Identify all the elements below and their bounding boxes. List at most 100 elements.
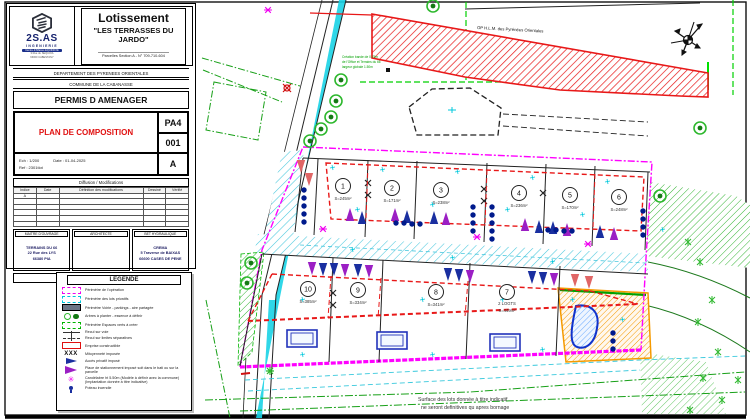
legend-item-acces: Accès privatif imposé — [57, 358, 191, 364]
document-info-grid: PLAN DE COMPOSITION PA4 001 Ech : 1/200 … — [13, 111, 189, 176]
title-block-header: 2S.AS INGENIERIE Centre d'Affaires EQUIN… — [9, 6, 193, 66]
north-arrow-icon — [671, 22, 702, 55]
svg-text:3: 3 — [439, 188, 443, 195]
lot-3: 3 S=238m² — [432, 183, 450, 206]
lot-4: 4 S=236m² — [510, 186, 528, 209]
logo-address: 3 Rue du SEQUOIA 66000 CABESTANY — [30, 52, 53, 59]
svg-text:2 LOGTS: 2 LOGTS — [498, 301, 516, 306]
legend-title: LEGENDE — [67, 275, 181, 285]
date-label: Date : 01-04-2025 — [53, 158, 85, 163]
diffusion-header: Diffusion / Modifications — [13, 178, 189, 187]
legend-item-arbres: Arbres à planter - essence à définir — [57, 313, 191, 321]
project-title-cell: Lotissement "LES TERRASSES DU JARDO" Par… — [75, 7, 192, 65]
document-title: PLAN DE COMPOSITION — [14, 112, 158, 153]
green-note: Création bande de 0.75m de l'Office et T… — [342, 55, 381, 69]
parcels-ref: Parcelles Section A - N° 709-710-604 — [98, 52, 169, 58]
logo-cube-icon — [31, 13, 53, 33]
svg-text:S=170m²: S=170m² — [561, 205, 579, 210]
svg-text:S=385m²: S=385m² — [299, 299, 317, 304]
legend-item-lots-privatifs: Périmètre des lots privatifs — [57, 296, 191, 303]
document-code: PA4 — [158, 112, 188, 133]
setback-road-icon — [63, 332, 80, 333]
svg-text:S=236m²: S=236m² — [510, 203, 528, 208]
legend-item-recul-voie: Recul sur voie — [57, 330, 191, 334]
svg-text:5: 5 — [568, 193, 572, 200]
svg-text:ne seront definitives qu apres: ne seront definitives qu apres bornage — [421, 405, 509, 411]
party-wall-icon: XXX — [64, 351, 78, 357]
legend-item-perimetre-operation: Périmètre de l'opération — [57, 287, 191, 294]
department-label: DEPARTEMENT DES PYRENEES ORIENTALES — [13, 68, 189, 78]
surface-note: Surface des lots donnée à titre indicati… — [418, 397, 509, 411]
lot-6: 6 S=248m² — [610, 190, 628, 213]
legend-item-mitoyennete: XXX Mitoyenneté imposée — [57, 351, 191, 357]
fire-hydrant-legend-icon — [69, 386, 73, 390]
setback-boundary-icon — [63, 338, 80, 339]
legend-item-emprise: Emprise constructible — [57, 342, 191, 349]
fire-hydrant-icon — [283, 84, 291, 92]
svg-text:1: 1 — [341, 184, 345, 191]
svg-text:S=245m²: S=245m² — [334, 196, 352, 201]
lot-7: 7 2 LOGTS S=449m² — [498, 285, 516, 314]
operation-perimeter-icon — [62, 287, 81, 294]
scale-label: Ech : 1/200 — [19, 158, 39, 163]
lot-8: 8 S=341m² — [427, 285, 445, 308]
svg-text:7: 7 — [505, 290, 509, 297]
dashed-reserve-outline — [409, 88, 648, 136]
modifications-table: Indice Date Définition des modifications… — [13, 187, 189, 227]
legend-panel: LEGENDE Périmètre de l'opération Périmèt… — [56, 272, 192, 411]
svg-text:S=238m²: S=238m² — [432, 200, 450, 205]
buildable-area-icon — [62, 342, 81, 349]
svg-text:10: 10 — [304, 287, 312, 294]
legend-item-recul-limites: Recul sur limites séparatives — [57, 336, 191, 340]
svg-text:9: 9 — [356, 288, 360, 295]
company-logo: 2S.AS INGENIERIE Centre d'Affaires EQUIN… — [10, 7, 75, 65]
svg-text:4: 4 — [517, 191, 521, 198]
svg-text:S=334m²: S=334m² — [349, 300, 367, 305]
annex-buildings — [287, 330, 520, 351]
svg-text:S=171m²: S=171m² — [383, 198, 401, 203]
document-number: 001 — [158, 133, 188, 153]
svg-text:S=341m²: S=341m² — [427, 302, 445, 307]
svg-text:2: 2 — [390, 186, 394, 193]
access-arrow-icon — [66, 358, 77, 364]
lot-5: 5 S=170m² — [561, 188, 579, 211]
revision-label: A — [158, 153, 188, 175]
legend-item-candelabre: ✳ Candélabre ht 5.50m (Modèle à définir … — [57, 376, 191, 385]
scale-date-cell: Ech : 1/200 Date : 01-04-2025 Ref : 2301… — [14, 153, 158, 175]
green-space-perimeter-icon — [62, 322, 81, 329]
stakeholder-architecte: ARCHITECTE — [72, 229, 129, 271]
svg-text:6: 6 — [617, 195, 621, 202]
drawing-sheet: OP H.L.M. des Pyrénées Orientales Créati… — [0, 0, 750, 420]
svg-text:S=248m²: S=248m² — [610, 207, 628, 212]
street-light-icon: ✳ — [68, 376, 75, 384]
parking-arrow-icon — [65, 366, 77, 374]
legend-item-espaces-verts: Périmètre Espaces verts à créer — [57, 322, 191, 329]
lot-9: 9 S=334m² — [349, 283, 367, 306]
svg-text:Surface des lots donnée à titr: Surface des lots donnée à titre indicati… — [418, 397, 508, 403]
legend-item-poteau-incendie: Poteau incendie — [57, 386, 191, 390]
road-perimeter-icon — [62, 304, 81, 311]
ref-label: Ref : 2301tlot — [19, 165, 43, 170]
title-block: 2S.AS INGENIERIE Centre d'Affaires EQUIN… — [6, 3, 196, 269]
logo-name: 2S.AS — [26, 33, 57, 44]
svg-text:de l'Office et Terrains du 66: de l'Office et Terrains du 66 — [342, 60, 381, 64]
svg-text:Création bande de 0.75m: Création bande de 0.75m — [342, 55, 378, 59]
legend-item-stationnement: Place de stationnement imposé soit dans … — [57, 366, 191, 375]
legend-item-voirie: Périmètre Voirie - parkings - aire parta… — [57, 304, 191, 311]
project-subtitle: "LES TERRASSES DU JARDO" — [82, 26, 186, 44]
permit-type: PERMIS D AMENAGER — [13, 91, 189, 109]
logo-subtitle: INGENIERIE — [26, 44, 58, 48]
svg-text:8: 8 — [434, 290, 438, 297]
project-title: Lotissement — [82, 11, 186, 25]
svg-text:S=449m²: S=449m² — [498, 308, 516, 313]
stakeholder-bet-hydraulique: BET HYDRAULIQUE CREMA 5 Traverse de BAIX… — [132, 229, 189, 271]
lot-10: 10 S=385m² — [299, 282, 317, 305]
building-label: OP H.L.M. des Pyrénées Orientales — [477, 25, 544, 33]
stakeholder-maitre-ouvrage: MAITRE D'OUVRAGE TERRAINS DU 66 22 Rue d… — [13, 229, 70, 271]
stakeholders: MAITRE D'OUVRAGE TERRAINS DU 66 22 Rue d… — [13, 229, 189, 271]
lot-1: 1 S=245m² — [334, 179, 352, 202]
private-lots-perimeter-icon — [62, 296, 81, 303]
internal-roads — [254, 150, 648, 272]
svg-text:largeur globale 1.50m: largeur globale 1.50m — [342, 65, 373, 69]
commune-label: COMMUNE DE LA CABANASSE — [13, 79, 189, 89]
